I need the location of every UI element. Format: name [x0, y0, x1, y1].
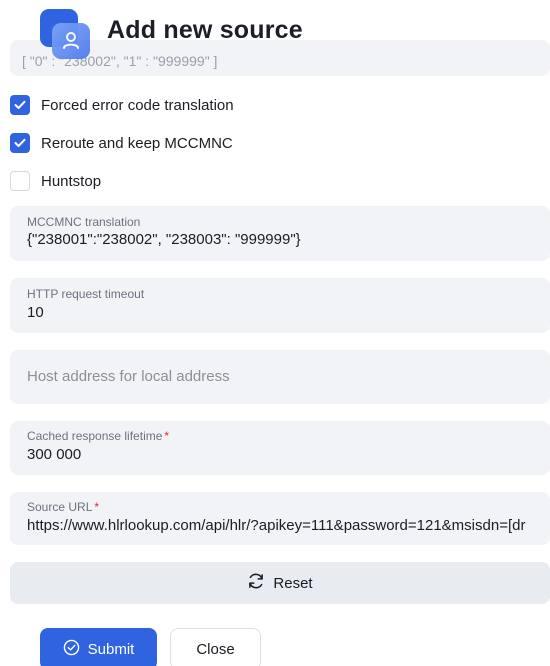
checkbox-checked-icon[interactable] [10, 95, 30, 115]
cached-lifetime-field[interactable]: Cached response lifetime * 300 000 [10, 421, 550, 475]
checkbox-checked-icon[interactable] [10, 133, 30, 153]
field-label: Source URL * [27, 500, 100, 514]
required-marker: * [94, 500, 100, 514]
submit-button[interactable]: Submit [40, 628, 157, 666]
required-marker: * [164, 429, 170, 443]
http-timeout-field[interactable]: HTTP request timeout 10 [10, 278, 550, 333]
field-label: MCCMNC translation [27, 215, 141, 229]
checkbox-huntstop[interactable]: Huntstop [10, 170, 101, 192]
submit-label: Submit [87, 640, 135, 658]
field-value[interactable]: {"238001":"238002", "238003": "999999"} [27, 231, 301, 248]
field-placeholder: Host address for local address [27, 368, 230, 385]
checkbox-unchecked-icon[interactable] [10, 171, 30, 191]
user-card-icon [52, 23, 90, 59]
source-logo [40, 9, 92, 59]
close-button[interactable]: Close [170, 628, 261, 666]
checkbox-label: Forced error code translation [41, 96, 234, 114]
field-label: Cached response lifetime * [27, 429, 170, 443]
check-circle-icon [63, 639, 80, 660]
reset-button[interactable]: Reset [10, 562, 550, 604]
host-address-field[interactable]: Host address for local address [10, 350, 550, 404]
checkbox-reroute-keep-mccmnc[interactable]: Reroute and keep MCCMNC [10, 132, 233, 154]
mccmnc-translation-field[interactable]: MCCMNC translation {"238001":"238002", "… [10, 206, 550, 261]
checkbox-forced-error-code[interactable]: Forced error code translation [10, 94, 234, 116]
field-value[interactable]: https://www.hlrlookup.com/api/hlr/?apike… [27, 517, 525, 534]
checkbox-label: Huntstop [41, 172, 102, 190]
source-url-field[interactable]: Source URL * https://www.hlrlookup.com/ap… [10, 492, 550, 545]
field-value[interactable]: 300 000 [27, 446, 81, 463]
field-value[interactable]: 10 [27, 304, 44, 321]
reset-label: Reset [273, 574, 313, 592]
close-label: Close [196, 640, 235, 658]
dialog-header: Add new source [0, 0, 550, 66]
checkbox-label: Reroute and keep MCCMNC [41, 134, 233, 152]
page-title: Add new source [107, 16, 303, 44]
field-label: HTTP request timeout [27, 287, 145, 301]
refresh-icon [247, 572, 265, 594]
